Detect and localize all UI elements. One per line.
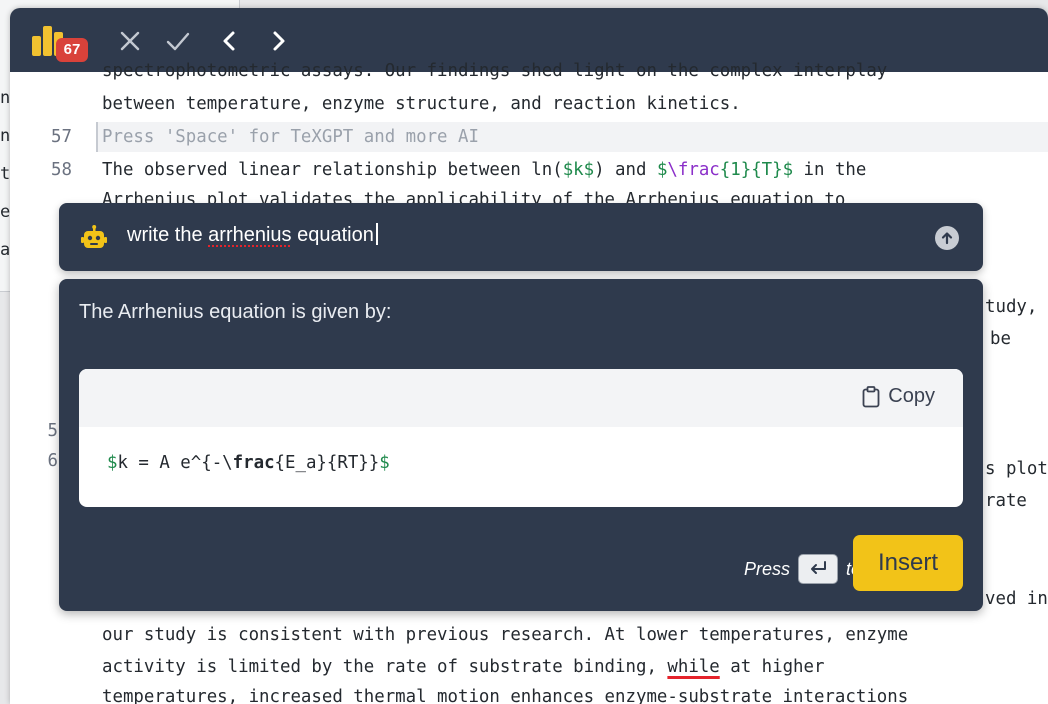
line-number: 58 xyxy=(51,160,72,180)
previous-suggestion-button[interactable] xyxy=(214,25,246,57)
editor-text: activity is limited by the rate of subst… xyxy=(102,657,668,677)
chevron-left-icon xyxy=(223,31,235,51)
editor-line: activity is limited by the rate of subst… xyxy=(102,652,824,682)
editor-line: temperatures, increased thermal motion e… xyxy=(102,687,909,704)
latex-command: \frac xyxy=(667,160,720,180)
inline-math: {1}{T}$ xyxy=(719,160,794,180)
next-suggestion-button[interactable] xyxy=(262,25,294,57)
notification-badge: 67 xyxy=(56,38,88,62)
editor-text: in the xyxy=(793,160,867,180)
prompt-text: equation xyxy=(291,224,374,246)
math-delimiter: $ xyxy=(379,453,390,473)
editor-text-fragment: ved in xyxy=(985,589,1048,609)
response-intro: The Arrhenius equation is given by: xyxy=(79,301,392,323)
line-number: 5 xyxy=(47,421,58,441)
accept-button[interactable] xyxy=(162,25,194,57)
ai-prompt-bar[interactable]: write the arrhenius equation xyxy=(59,203,983,271)
spelling-flagged-word[interactable]: while xyxy=(667,657,719,677)
prompt-input[interactable]: write the arrhenius equation xyxy=(127,223,378,247)
insert-hint: Press to xyxy=(744,554,861,584)
equation-code: $k = A e^{-\frac{E_a}{RT}}$ xyxy=(107,453,390,473)
latex-command: frac xyxy=(232,453,275,473)
press-label: Press xyxy=(743,558,790,579)
line-number: 6 xyxy=(47,451,58,471)
code-text: k = A e^{-\ xyxy=(117,453,233,473)
robot-icon xyxy=(81,225,107,248)
ai-response-panel: The Arrhenius equation is given by: Copy… xyxy=(59,279,983,611)
line-number: 57 xyxy=(51,127,72,147)
enter-key-icon xyxy=(797,554,838,584)
editor-text-fragment: tudy, xyxy=(985,297,1038,317)
ai-placeholder-hint: Press 'Space' for TeXGPT and more AI xyxy=(102,127,479,147)
prompt-misspelled-word: arrhenius xyxy=(208,224,292,246)
editor-line: our study is consistent with previous re… xyxy=(102,625,909,645)
chevron-right-icon xyxy=(273,31,285,51)
editor-text: ) and xyxy=(594,160,657,180)
send-button[interactable] xyxy=(935,226,959,250)
insert-button[interactable]: Insert xyxy=(853,535,963,591)
editor-text: The observed linear relationship between… xyxy=(102,160,563,180)
editor-text: at higher xyxy=(719,657,825,677)
code-snippet: Copy $k = A e^{-\frac{E_a}{RT}}$ xyxy=(79,369,963,507)
check-icon xyxy=(166,32,190,51)
text-cursor xyxy=(375,223,378,245)
editor-line: between temperature, enzyme structure, a… xyxy=(102,94,741,114)
prompt-text: write the xyxy=(127,224,209,246)
clipboard-icon xyxy=(862,385,880,407)
code-text: {E_a}{RT}} xyxy=(274,453,380,473)
close-icon xyxy=(120,31,140,51)
math-delimiter: $ xyxy=(656,160,668,180)
editor-text-fragment: rate xyxy=(985,491,1027,511)
editor-line-partial: spectrophotometric assays. Our findings … xyxy=(102,61,888,81)
send-up-arrow-icon xyxy=(941,232,953,245)
math-delimiter: $ xyxy=(107,453,118,473)
copy-label: Copy xyxy=(888,385,935,407)
inline-math: $k$ xyxy=(562,160,595,180)
code-snippet-header: Copy xyxy=(79,369,963,427)
editor-line: The observed linear relationship between… xyxy=(102,155,866,185)
editor-text-fragment: s plot xyxy=(985,459,1048,479)
copy-button[interactable]: Copy xyxy=(862,385,935,408)
reject-button[interactable] xyxy=(114,25,146,57)
editor-text-fragment: be xyxy=(990,329,1011,349)
